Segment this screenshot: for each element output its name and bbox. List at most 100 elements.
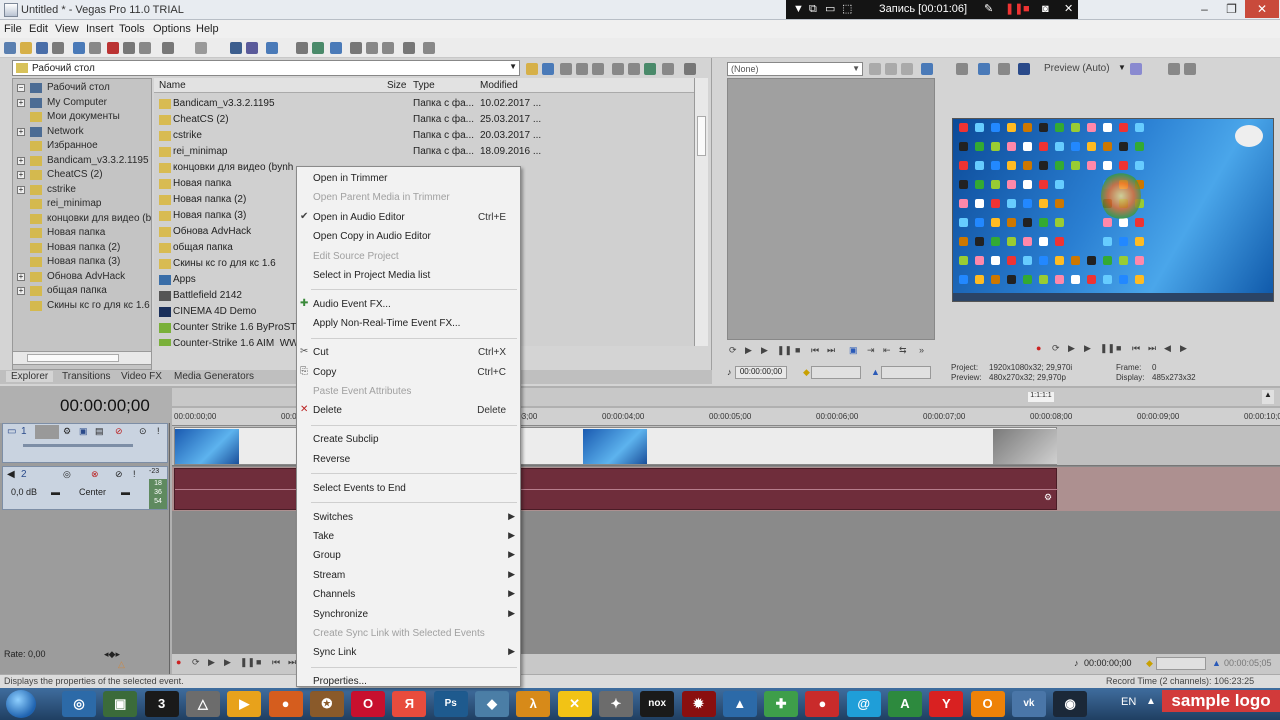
go-to-end-icon[interactable]: ⏭ — [288, 657, 296, 668]
expand-icon[interactable]: + — [17, 127, 25, 136]
minimize-button[interactable]: – — [1191, 0, 1218, 18]
tree-item[interactable]: + CheatCS (2) — [13, 168, 151, 182]
menu-edit[interactable]: Edit — [29, 23, 48, 35]
go-to-start-icon[interactable]: ⏮ — [272, 657, 280, 668]
tree-item[interactable]: Новая папка (2) — [13, 241, 151, 255]
record-icon[interactable]: ● — [805, 691, 840, 717]
speaker-icon[interactable]: ♪ — [1074, 658, 1079, 668]
photoshop-icon[interactable]: Ps — [433, 691, 468, 717]
pencil-icon[interactable]: ✎ — [984, 2, 993, 17]
menu-item-apply-non-real-time-event-fx[interactable]: Apply Non-Real-Time Event FX... — [297, 314, 520, 333]
tree-item[interactable]: − Рабочий стол — [13, 81, 151, 95]
monitor-icon[interactable]: ▣ — [103, 691, 138, 717]
trim-in-field[interactable] — [811, 366, 861, 379]
volume-slider-icon[interactable]: ▬ — [51, 487, 60, 497]
menu-insert[interactable]: Insert — [86, 23, 114, 35]
scrollbar-thumb[interactable] — [27, 354, 119, 362]
tree-item[interactable]: + Network — [13, 125, 151, 139]
bloody-icon[interactable]: ✹ — [681, 691, 716, 717]
pan-slider-icon[interactable]: ▬ — [121, 487, 130, 497]
menu-item-stream[interactable]: Stream ▶ — [297, 566, 520, 585]
paste-icon[interactable] — [139, 42, 151, 54]
go-to-end-icon[interactable]: ⏭ — [1148, 343, 1156, 354]
at-icon[interactable]: @ — [846, 691, 881, 717]
launcher-a-icon[interactable]: A — [888, 691, 922, 717]
menu-item-open-in-audio-editor[interactable]: ✔ Open in Audio Editor Ctrl+E — [297, 208, 520, 227]
zoom-tool-icon[interactable] — [296, 42, 308, 54]
menu-item-channels[interactable]: Channels ▶ — [297, 585, 520, 604]
level-slider[interactable] — [23, 444, 133, 447]
tree-item[interactable]: + общая папка — [13, 284, 151, 298]
composite-mode-icon[interactable]: ▣ — [79, 426, 88, 437]
puzzle-icon[interactable]: ✚ — [764, 691, 799, 717]
redo-icon[interactable] — [195, 42, 207, 54]
next-frame-icon[interactable]: ▶ — [1180, 343, 1187, 354]
play-from-start-icon[interactable]: ▶ — [745, 345, 752, 356]
menu-item-audio-event-fx[interactable]: ✚ Audio Event FX... — [297, 295, 520, 314]
chevron-down-icon[interactable]: ▼ — [1118, 63, 1126, 72]
stop-icon[interactable]: ■ — [1116, 343, 1121, 353]
window-icon[interactable]: ⧉ — [809, 2, 817, 17]
column-type[interactable]: Type — [413, 80, 435, 91]
tree-item[interactable]: Мои документы — [13, 110, 151, 124]
menu-item-delete[interactable]: ✕ Delete Delete — [297, 401, 520, 420]
track-menu-icon[interactable]: ! — [157, 426, 160, 436]
expand-icon[interactable]: + — [17, 98, 25, 107]
play-from-start-icon[interactable]: ▶ — [1068, 343, 1075, 354]
help-icon[interactable] — [423, 42, 435, 54]
tree-item[interactable]: + My Computer — [13, 96, 151, 110]
overlays-icon[interactable] — [1130, 63, 1142, 75]
properties-icon[interactable] — [52, 42, 64, 54]
region-icon[interactable]: ⬚ — [842, 2, 852, 17]
close-icon[interactable] — [901, 63, 913, 75]
favorites-icon[interactable] — [592, 63, 604, 75]
copy-snapshot-icon[interactable] — [1168, 63, 1180, 75]
menu-item-group[interactable]: Group ▶ — [297, 546, 520, 565]
column-name[interactable]: Name — [159, 80, 186, 91]
preview-quality[interactable]: Preview (Auto) — [1044, 63, 1110, 74]
expand-icon[interactable]: + — [17, 156, 25, 165]
save-snapshot-icon[interactable] — [1184, 63, 1196, 75]
tree-item[interactable]: Избранное — [13, 139, 151, 153]
counter-strike-icon[interactable]: ✦ — [598, 691, 633, 717]
new-folder-icon[interactable] — [560, 63, 572, 75]
start-preview-icon[interactable] — [612, 63, 624, 75]
copy-icon[interactable] — [123, 42, 135, 54]
chevron-down-icon[interactable]: ▼ — [852, 64, 860, 73]
speaker-icon[interactable]: ♪ — [727, 367, 732, 377]
menu-item-switches[interactable]: Switches ▶ — [297, 508, 520, 527]
menu-tools[interactable]: Tools — [119, 23, 145, 35]
menu-item-open-copy-in-audio-editor[interactable]: Open Copy in Audio Editor — [297, 227, 520, 246]
stop-icon[interactable]: ■ — [1023, 2, 1030, 17]
file-list-scrollbar[interactable] — [694, 78, 708, 346]
tree-item[interactable]: Новая папка — [13, 226, 151, 240]
tree-item[interactable]: + cstrike — [13, 183, 151, 197]
menu-item-reverse[interactable]: Reverse — [297, 450, 520, 469]
crossfade-icon[interactable] — [382, 42, 394, 54]
file-row[interactable]: Bandicam_v3.3.2.1195 Папка с фа... 10.02.2… — [154, 96, 694, 112]
game-icon[interactable]: ◆ — [475, 691, 509, 717]
menu-item-open-in-trimmer[interactable]: Open in Trimmer — [297, 169, 520, 188]
media-player-icon[interactable]: ▶ — [227, 691, 262, 717]
menu-item-sync-link[interactable]: Sync Link ▶ — [297, 643, 520, 662]
close-button[interactable]: ✕ — [1245, 0, 1279, 18]
tab-media-generators[interactable]: Media Generators — [174, 371, 254, 382]
mute-icon[interactable]: ⊘ — [115, 426, 123, 437]
start-button[interactable] — [6, 690, 36, 718]
track-fx-icon[interactable]: ▤ — [95, 426, 104, 437]
menu-item-synchronize[interactable]: Synchronize ▶ — [297, 605, 520, 624]
selection-tool-icon[interactable] — [266, 42, 278, 54]
play-icon[interactable]: ▶ — [1084, 343, 1091, 354]
path-dropdown[interactable]: Рабочий стол ▼ — [12, 60, 520, 76]
x-icon[interactable]: ✕ — [557, 691, 592, 717]
track-fx-icon[interactable]: ⊗ — [91, 469, 99, 480]
pause-icon[interactable]: ❚❚ — [1100, 343, 1115, 354]
loop-icon[interactable]: ⟳ — [729, 345, 737, 356]
stop-preview-icon[interactable] — [628, 63, 640, 75]
vk-icon[interactable]: vk — [1011, 691, 1046, 717]
collapse-icon[interactable]: − — [17, 84, 25, 92]
screen-icon[interactable]: ▭ — [825, 2, 835, 17]
open-icon[interactable] — [20, 42, 32, 54]
solo-icon[interactable]: ! — [133, 469, 136, 479]
menu-options[interactable]: Options — [153, 23, 191, 35]
